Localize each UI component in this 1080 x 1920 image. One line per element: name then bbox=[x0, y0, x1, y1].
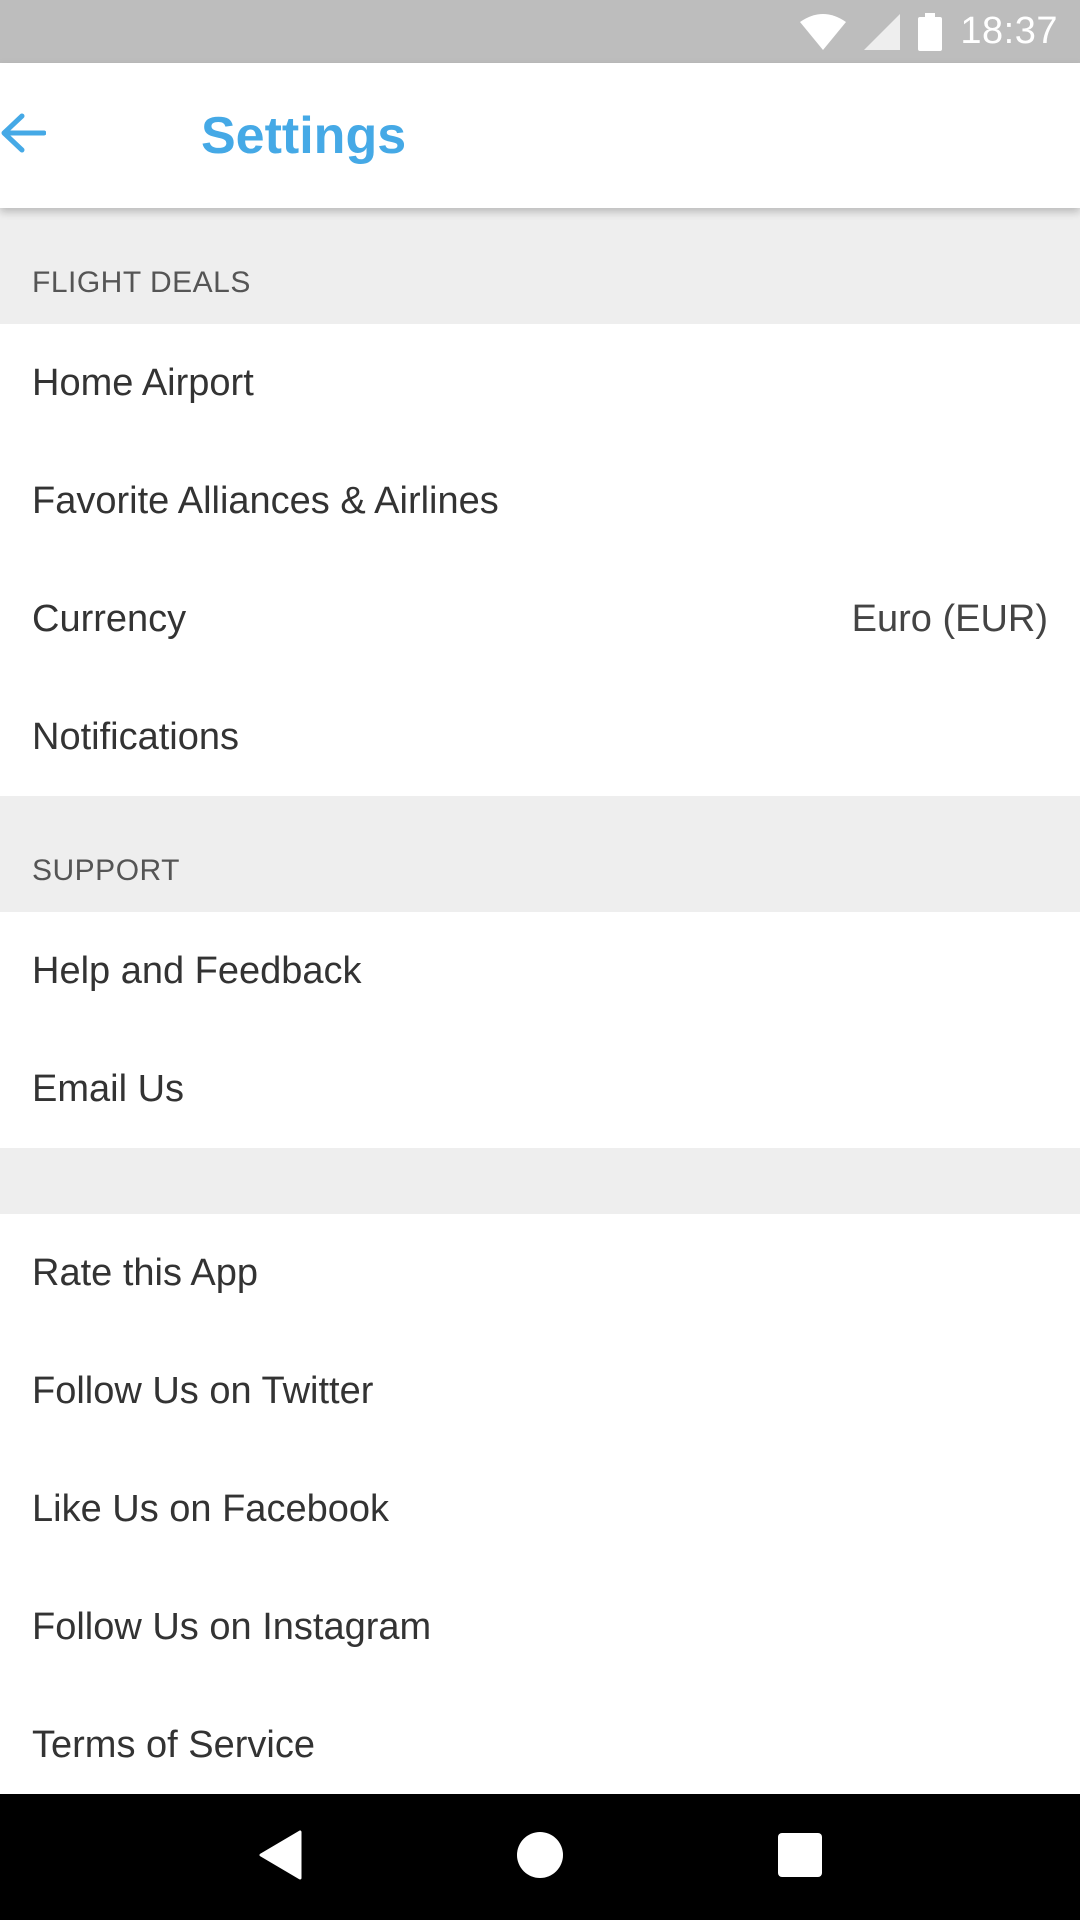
settings-item-home-airport[interactable]: Home Airport bbox=[0, 324, 1080, 442]
settings-item-terms[interactable]: Terms of Service bbox=[0, 1686, 1080, 1794]
section-header-support: SUPPORT bbox=[0, 796, 1080, 912]
nav-recents-button[interactable] bbox=[740, 1797, 860, 1917]
settings-item-facebook[interactable]: Like Us on Facebook bbox=[0, 1450, 1080, 1568]
item-label: Help and Feedback bbox=[32, 949, 362, 992]
system-nav-bar bbox=[0, 1794, 1080, 1920]
item-label: Follow Us on Twitter bbox=[32, 1369, 374, 1412]
item-label: Terms of Service bbox=[32, 1723, 315, 1766]
settings-item-notifications[interactable]: Notifications bbox=[0, 678, 1080, 796]
settings-item-favorite-airlines[interactable]: Favorite Alliances & Airlines bbox=[0, 442, 1080, 560]
settings-item-email-us[interactable]: Email Us bbox=[0, 1030, 1080, 1148]
settings-list: FLIGHT DEALS Home Airport Favorite Allia… bbox=[0, 208, 1080, 1794]
signal-icon bbox=[864, 13, 901, 50]
item-label: Rate this App bbox=[32, 1251, 259, 1294]
settings-item-instagram[interactable]: Follow Us on Instagram bbox=[0, 1568, 1080, 1686]
nav-home-button[interactable] bbox=[480, 1797, 600, 1917]
settings-item-help-feedback[interactable]: Help and Feedback bbox=[0, 912, 1080, 1030]
status-icons: 18:37 bbox=[800, 10, 1058, 53]
item-label: Email Us bbox=[32, 1067, 185, 1110]
item-label: Currency bbox=[32, 597, 187, 640]
recents-square-icon bbox=[777, 1832, 823, 1883]
currency-value: Euro (EUR) bbox=[851, 597, 1048, 640]
app-bar: Settings bbox=[0, 63, 1080, 208]
page-title: Settings bbox=[201, 106, 407, 165]
item-label: Follow Us on Instagram bbox=[32, 1605, 432, 1648]
status-time: 18:37 bbox=[960, 10, 1058, 52]
section-divider bbox=[0, 1148, 1080, 1214]
item-label: Like Us on Facebook bbox=[32, 1487, 389, 1530]
wifi-icon bbox=[800, 13, 847, 50]
settings-item-rate-app[interactable]: Rate this App bbox=[0, 1214, 1080, 1332]
status-bar: 18:37 bbox=[0, 0, 1080, 63]
item-label: Notifications bbox=[32, 715, 239, 758]
back-triangle-icon bbox=[258, 1830, 302, 1885]
nav-back-button[interactable] bbox=[220, 1797, 340, 1917]
settings-item-currency[interactable]: Currency Euro (EUR) bbox=[0, 560, 1080, 678]
back-button[interactable] bbox=[0, 63, 160, 208]
settings-item-twitter[interactable]: Follow Us on Twitter bbox=[0, 1332, 1080, 1450]
item-label: Home Airport bbox=[32, 361, 254, 404]
item-label: Favorite Alliances & Airlines bbox=[32, 479, 499, 522]
battery-icon bbox=[918, 12, 943, 51]
home-circle-icon bbox=[516, 1831, 564, 1884]
section-header-flight-deals: FLIGHT DEALS bbox=[0, 208, 1080, 324]
